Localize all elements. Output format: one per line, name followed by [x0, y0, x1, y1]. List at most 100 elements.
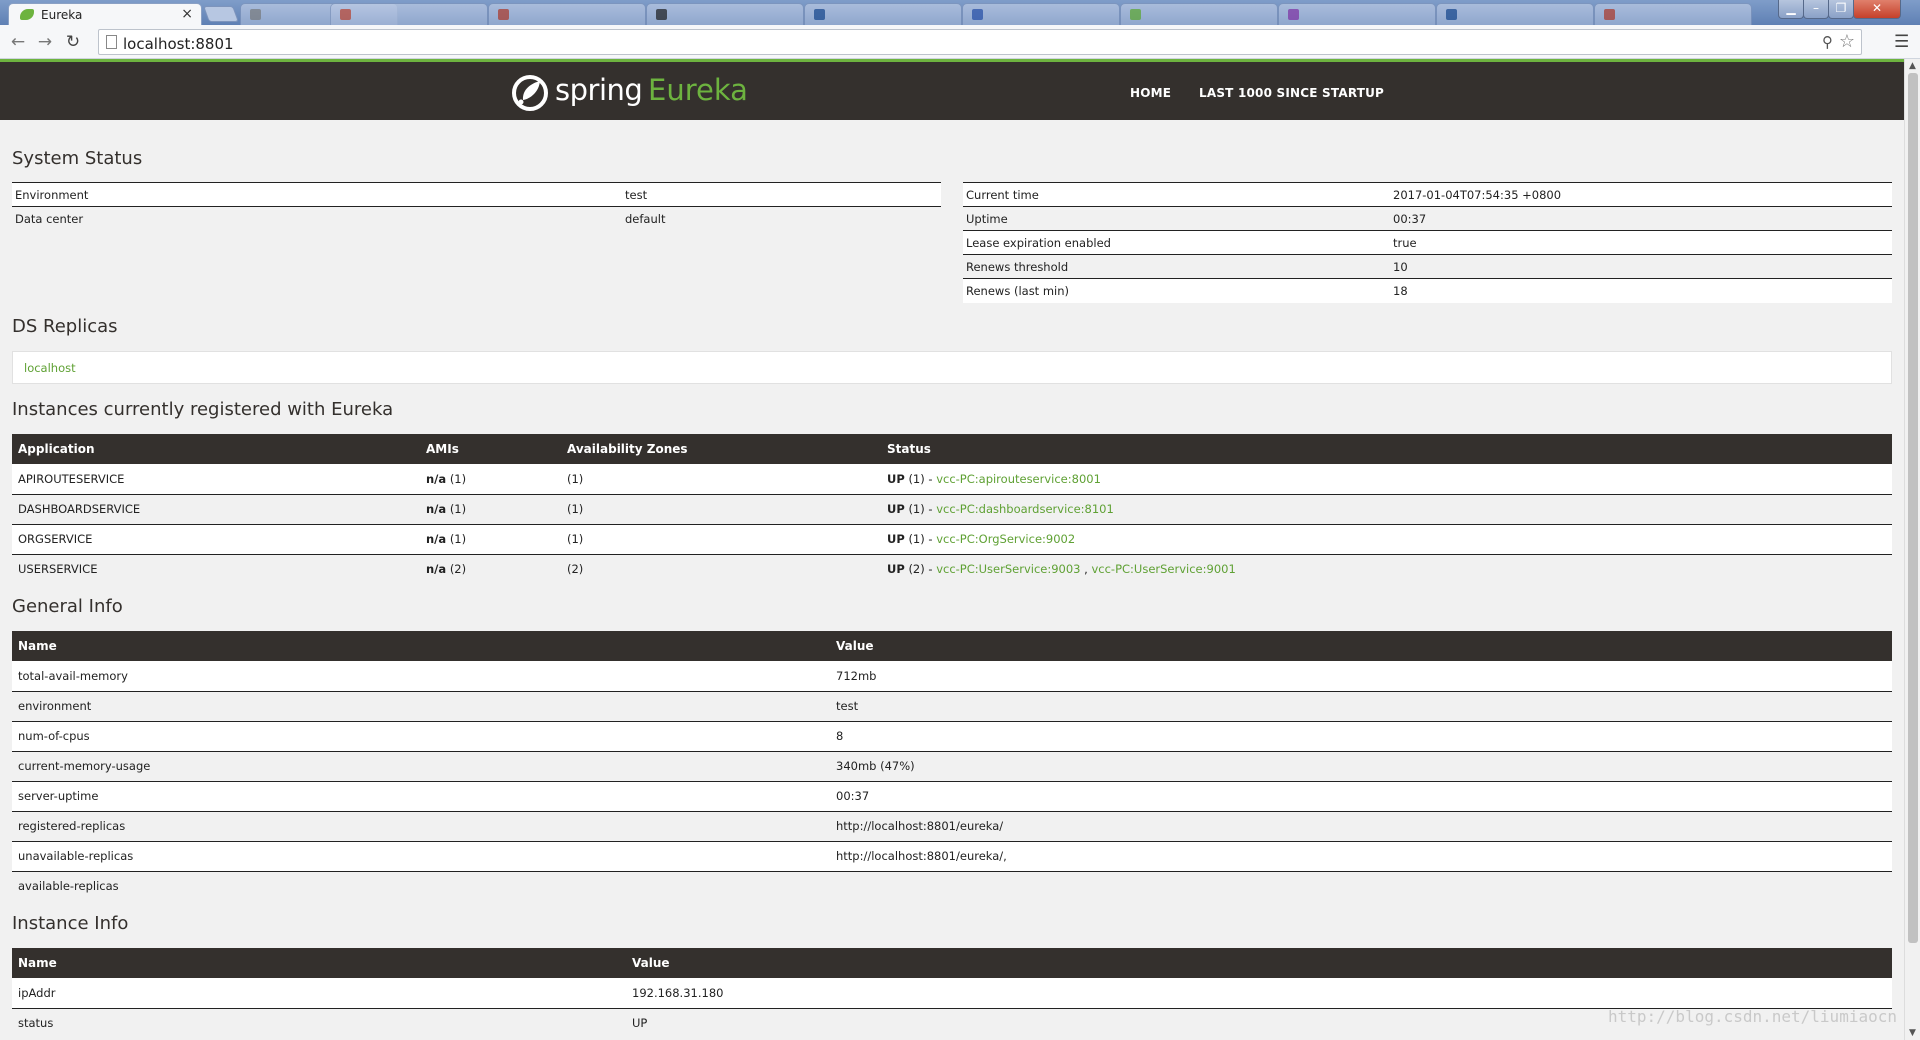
- browser-tab-background[interactable]: [1594, 3, 1752, 25]
- browser-tab-background[interactable]: [646, 3, 804, 25]
- browser-tab-background[interactable]: [1120, 3, 1278, 25]
- url-text[interactable]: localhost:8801: [123, 35, 234, 53]
- table-row: unavailable-replicas http://localhost:880…: [12, 840, 1892, 871]
- ds-replicas-heading: DS Replicas: [12, 316, 118, 337]
- info-value: 00:37: [830, 780, 1892, 811]
- general-info-heading: General Info: [12, 596, 123, 617]
- browser-tab-background[interactable]: [1436, 3, 1594, 25]
- reload-icon[interactable]: ↻: [63, 32, 83, 52]
- status-cell: UP (1) - vcc-PC:dashboardservice:8101: [881, 493, 1892, 524]
- general-info-column-header: Value: [830, 631, 1892, 661]
- ami-label: n/a: [426, 471, 447, 486]
- window-minimize-button[interactable]: –: [1803, 0, 1829, 19]
- info-name: status: [12, 1007, 626, 1038]
- browser-tab-background[interactable]: [330, 3, 488, 25]
- status-count: (1) -: [908, 502, 933, 516]
- instances-heading: Instances currently registered with Eure…: [12, 399, 394, 420]
- browser-tab-eureka[interactable]: Eureka ×: [8, 3, 202, 25]
- instance-info-column-header: Name: [12, 948, 626, 978]
- info-value: [830, 870, 1892, 901]
- status-right-row: Uptime 00:37: [963, 206, 1892, 231]
- status-right-value: 10: [1390, 254, 1892, 279]
- info-value: http://localhost:8801/eureka/: [830, 810, 1892, 841]
- tab-close-icon[interactable]: ×: [181, 6, 193, 22]
- tab-favicon-icon: [972, 9, 983, 20]
- status-right-row: Lease expiration enabled true: [963, 230, 1892, 255]
- table-row: available-replicas: [12, 870, 1892, 901]
- status-cell: UP (1) - vcc-PC:OrgService:9002: [881, 523, 1892, 554]
- instance-link[interactable]: vcc-PC:UserService:9003: [936, 562, 1080, 576]
- instance-link[interactable]: vcc-PC:apirouteservice:8001: [936, 472, 1101, 486]
- ami-label: n/a: [426, 562, 447, 577]
- browser-tab-background[interactable]: [962, 3, 1120, 25]
- browser-tab-background[interactable]: [488, 3, 646, 25]
- instance-info-heading: Instance Info: [12, 913, 129, 934]
- status-left-row: Environment test: [12, 182, 941, 207]
- forward-arrow-icon[interactable]: →: [35, 32, 55, 52]
- status-right-key: Renews threshold: [963, 254, 1390, 279]
- status-left-value: default: [622, 206, 941, 231]
- window-minimize-icon[interactable]: ▁: [1778, 0, 1804, 19]
- amis-cell: n/a (1): [420, 464, 561, 494]
- availability-zones: (2): [561, 553, 881, 584]
- table-row: environment test: [12, 690, 1892, 721]
- status-right-key: Uptime: [963, 206, 1390, 231]
- page-icon: [106, 35, 117, 49]
- status-right-value: 18: [1390, 278, 1892, 303]
- ami-count: (2): [449, 562, 467, 577]
- brand-eureka-text: Eureka: [648, 73, 748, 107]
- status-right-value: true: [1390, 230, 1892, 255]
- tab-favicon-icon: [1130, 9, 1141, 20]
- instances-column-header: Availability Zones: [561, 434, 881, 464]
- scroll-down-arrow-icon[interactable]: ▼: [1905, 1028, 1920, 1038]
- general-info-table: Name Value total-avail-memory 712mb environ…: [12, 631, 1892, 901]
- amis-cell: n/a (2): [420, 553, 561, 584]
- instances-column-header: AMIs: [420, 434, 561, 464]
- application-name: ORGSERVICE: [12, 523, 420, 554]
- bookmark-star-icon[interactable]: ☆: [1839, 31, 1855, 52]
- instances-column-header: Status: [881, 434, 1892, 464]
- back-arrow-icon[interactable]: ←: [8, 32, 28, 52]
- instances-column-header: Application: [12, 434, 420, 464]
- instance-info-column-header: Value: [626, 948, 1892, 978]
- scrollbar-thumb[interactable]: [1908, 73, 1918, 943]
- info-value: 712mb: [830, 661, 1892, 691]
- status-count: (1) -: [908, 532, 933, 546]
- table-row: registered-replicas http://localhost:8801…: [12, 810, 1892, 841]
- browser-tab-background[interactable]: [1278, 3, 1436, 25]
- address-bar[interactable]: localhost:8801 ⚲ ☆: [98, 29, 1862, 55]
- tab-favicon-icon: [250, 9, 261, 20]
- tab-favicon-icon: [498, 9, 509, 20]
- info-name: registered-replicas: [12, 810, 830, 841]
- tab-favicon-icon: [656, 9, 667, 20]
- instance-link[interactable]: vcc-PC:dashboardservice:8101: [936, 502, 1114, 516]
- browser-menu-icon[interactable]: ☰: [1894, 32, 1909, 52]
- page-scrollbar[interactable]: ▲ ▼: [1904, 59, 1920, 1040]
- table-row: num-of-cpus 8: [12, 720, 1892, 751]
- brand-spring-text: spring: [555, 73, 643, 107]
- status-left-key: Data center: [12, 206, 622, 231]
- table-row: DASHBOARDSERVICE n/a (1) (1) UP (1) - vcc-P…: [12, 493, 1892, 524]
- link-separator: ,: [1080, 562, 1092, 577]
- ami-count: (1): [449, 532, 467, 546]
- status-left-key: Environment: [12, 182, 622, 207]
- table-row: ORGSERVICE n/a (1) (1) UP (1) - vcc-PC:OrgS…: [12, 523, 1892, 554]
- window-close-icon[interactable]: ✕: [1853, 0, 1901, 19]
- nav-home-link[interactable]: HOME: [1130, 86, 1171, 100]
- application-name: DASHBOARDSERVICE: [12, 493, 420, 524]
- info-name: total-avail-memory: [12, 661, 830, 691]
- nav-last-1000-link[interactable]: LAST 1000 SINCE STARTUP: [1199, 86, 1384, 100]
- availability-zones: (1): [561, 523, 881, 554]
- info-value: http://localhost:8801/eureka/,: [830, 840, 1892, 871]
- info-value: 192.168.31.180: [626, 978, 1892, 1008]
- info-name: num-of-cpus: [12, 720, 830, 751]
- replica-link-localhost[interactable]: localhost: [24, 361, 76, 375]
- window-restore-icon[interactable]: ❐: [1828, 0, 1854, 19]
- new-tab-button[interactable]: [203, 6, 239, 22]
- instance-link[interactable]: vcc-PC:UserService:9001: [1091, 562, 1235, 576]
- info-value: test: [830, 690, 1892, 721]
- instance-link[interactable]: vcc-PC:OrgService:9002: [936, 532, 1075, 546]
- browser-tab-background[interactable]: [804, 3, 962, 25]
- search-icon[interactable]: ⚲: [1822, 33, 1833, 51]
- scroll-up-arrow-icon[interactable]: ▲: [1905, 61, 1920, 71]
